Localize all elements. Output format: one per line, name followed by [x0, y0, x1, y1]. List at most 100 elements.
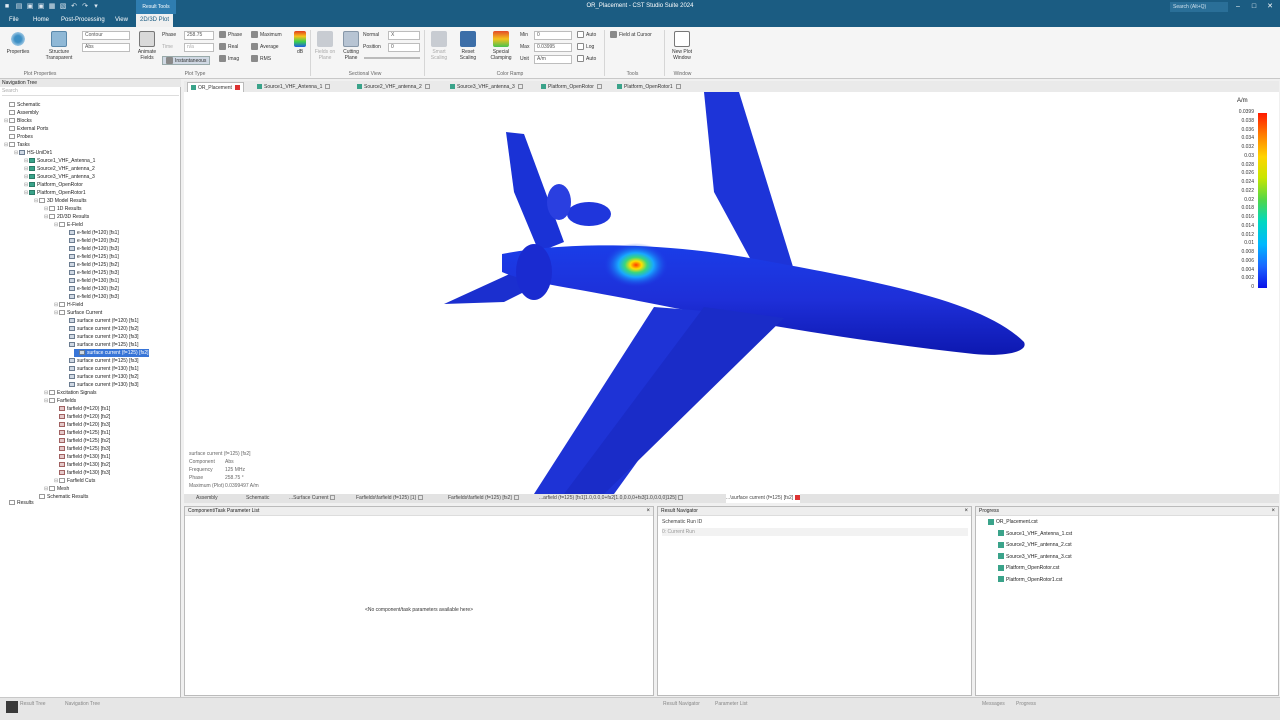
tree-item[interactable]: ⊟ E-Field	[54, 221, 83, 229]
phase-field[interactable]: 258.75	[184, 31, 214, 40]
tree-item[interactable]: farfield (f=125) [fs3]	[54, 445, 110, 453]
view-tab[interactable]: ...\surface current (f=125) [fs2]	[726, 494, 801, 503]
tree-item[interactable]: ⊟ Source3_VHF_antenna_3	[24, 173, 95, 181]
tree-item[interactable]: ⊟ Excitation Signals	[44, 389, 96, 397]
tree-item[interactable]: e-field (f=125) [fs2]	[64, 261, 119, 269]
close-icon[interactable]	[330, 495, 336, 501]
tree-item[interactable]: e-field (f=125) [fs3]	[64, 269, 119, 277]
tree-item[interactable]: e-field (f=120) [fs2]	[64, 237, 119, 245]
tab-view[interactable]: View	[111, 14, 132, 27]
log-checkbox[interactable]: Log	[577, 43, 594, 52]
tree-item[interactable]: Assembly	[4, 109, 39, 117]
close-icon[interactable]: ×	[1271, 507, 1275, 516]
tree-item[interactable]: farfield (f=125) [fs1]	[54, 429, 110, 437]
tab-messages[interactable]: Messages	[982, 700, 1005, 708]
max-field[interactable]: 0.03995	[534, 43, 572, 52]
min-field[interactable]: 0	[534, 31, 572, 40]
tree-item[interactable]: e-field (f=120) [fs1]	[64, 229, 119, 237]
close-icon[interactable]	[795, 495, 801, 501]
tree-item[interactable]: ⊟ Mesh	[44, 485, 69, 493]
result-navigator-column[interactable]: Schematic Run ID	[662, 518, 702, 526]
tab-home[interactable]: Home	[29, 14, 53, 27]
tab-file[interactable]: File	[5, 14, 23, 27]
tree-item[interactable]: e-field (f=130) [fs1]	[64, 277, 119, 285]
plot-type-select[interactable]: Contour	[82, 31, 130, 40]
search-box[interactable]: Search (Alt+Q)	[1170, 2, 1228, 12]
tree-item[interactable]: ⊟ Source2_VHF_antenna_2	[24, 165, 95, 173]
tab-result-tree[interactable]: Result Tree	[20, 700, 46, 708]
tree-item[interactable]: ⊟ Platform_OpenRotor1	[24, 189, 86, 197]
tree-item[interactable]: surface current (f=120) [fs3]	[64, 333, 139, 341]
unit-select[interactable]: A/m	[534, 55, 572, 64]
doc-tab[interactable]: Source1_VHF_Antenna_1	[254, 82, 333, 92]
average-button[interactable]: Average	[251, 43, 279, 52]
animate-fields-button[interactable]: Animate Fields	[134, 31, 160, 61]
special-clamping-button[interactable]: Special Clamping	[487, 31, 515, 61]
position-field[interactable]: 0	[388, 43, 420, 52]
3d-viewport[interactable]	[184, 92, 1279, 494]
tree-item[interactable]: surface current (f=125) [fs2]	[74, 349, 149, 357]
view-tab[interactable]: ...Surface Current	[289, 494, 336, 503]
tree-item[interactable]: ⊟ 1D Results	[44, 205, 81, 213]
tree-item[interactable]: e-field (f=130) [fs3]	[64, 293, 119, 301]
structure-transparent-button[interactable]: Structure Transparent	[40, 31, 78, 61]
close-icon[interactable]	[325, 84, 331, 90]
tree-item[interactable]: surface current (f=120) [fs2]	[64, 325, 139, 333]
minimize-button[interactable]: –	[1232, 2, 1244, 12]
field-at-cursor-button[interactable]: Field at Cursor	[610, 31, 652, 40]
view-tab[interactable]: Schematic	[246, 494, 269, 503]
tree-item[interactable]: ⊟ H-Field	[54, 301, 83, 309]
tree-item[interactable]: ⊟ Source1_VHF_Antenna_1	[24, 157, 95, 165]
view-tab[interactable]: ...arfield (f=125) [fs1]1.0,0.0,0+fs2[1.…	[539, 494, 684, 503]
close-icon[interactable]	[424, 84, 430, 90]
close-icon[interactable]	[417, 495, 423, 501]
tree-item[interactable]: ⊟ HS-UniDir1	[14, 149, 52, 157]
normal-select[interactable]: X	[388, 31, 420, 40]
tree-item[interactable]: ⊟ 2D/3D Results	[44, 213, 89, 221]
tree-item[interactable]: ⊟ Farfields	[44, 397, 76, 405]
smart-scaling-button[interactable]: Smart Scaling	[427, 31, 451, 61]
close-icon[interactable]: ×	[646, 507, 650, 516]
tree-item[interactable]: ⊟ Farfield Cuts	[54, 477, 95, 485]
tree-item[interactable]: farfield (f=120) [fs1]	[54, 405, 110, 413]
close-icon[interactable]	[513, 495, 519, 501]
new-plot-window-button[interactable]: New Plot Window	[668, 31, 696, 61]
tree-item[interactable]: farfield (f=125) [fs2]	[54, 437, 110, 445]
tree-item[interactable]: surface current (f=120) [fs1]	[64, 317, 139, 325]
close-icon[interactable]	[675, 84, 681, 90]
progress-item[interactable]: OR_Placement.cst	[988, 518, 1038, 526]
tree-item[interactable]: surface current (f=130) [fs3]	[64, 381, 139, 389]
tree-item[interactable]: surface current (f=130) [fs2]	[64, 373, 139, 381]
maximize-button[interactable]: □	[1248, 2, 1260, 12]
tab-progress[interactable]: Progress	[1016, 700, 1036, 708]
progress-item[interactable]: Source1_VHF_Antenna_1.cst	[998, 530, 1072, 538]
tab-result-navigator[interactable]: Result Navigator	[663, 700, 700, 708]
progress-item[interactable]: Source3_VHF_antenna_3.cst	[998, 553, 1072, 561]
tree-item[interactable]: e-field (f=125) [fs1]	[64, 253, 119, 261]
tree-item[interactable]: farfield (f=120) [fs2]	[54, 413, 110, 421]
close-icon[interactable]	[596, 84, 602, 90]
close-icon[interactable]	[517, 84, 523, 90]
phase-button[interactable]: Phase	[219, 31, 242, 40]
doc-tab[interactable]: Source2_VHF_antenna_2	[354, 82, 433, 92]
tree-item[interactable]: farfield (f=130) [fs2]	[54, 461, 110, 469]
instantaneous-toggle[interactable]: Instantaneous	[162, 56, 211, 65]
imag-button[interactable]: Imag	[219, 55, 239, 64]
tree-item[interactable]: External Ports	[4, 125, 48, 133]
tab-parameter-list[interactable]: Parameter List	[715, 700, 748, 708]
reset-scaling-button[interactable]: Reset Scaling	[456, 31, 480, 61]
auto-min-checkbox[interactable]: Auto	[577, 31, 596, 40]
tree-item[interactable]: farfield (f=130) [fs1]	[54, 453, 110, 461]
tree-item[interactable]: farfield (f=120) [fs3]	[54, 421, 110, 429]
rms-button[interactable]: RMS	[251, 55, 271, 64]
view-tab[interactable]: Farfields\farfield (f=125) [fs2]	[448, 494, 519, 503]
progress-item[interactable]: Platform_OpenRotor1.cst	[998, 576, 1062, 584]
tree-item[interactable]: surface current (f=130) [fs1]	[64, 365, 139, 373]
auto-max-checkbox[interactable]: Auto	[577, 55, 596, 64]
tree-item[interactable]: ⊟ 3D Model Results	[34, 197, 86, 205]
close-icon[interactable]	[678, 495, 684, 501]
close-button[interactable]: ✕	[1264, 2, 1276, 12]
navigation-search[interactable]: Search	[2, 88, 179, 96]
properties-button[interactable]: Properties	[4, 31, 32, 55]
position-slider[interactable]	[364, 57, 420, 59]
